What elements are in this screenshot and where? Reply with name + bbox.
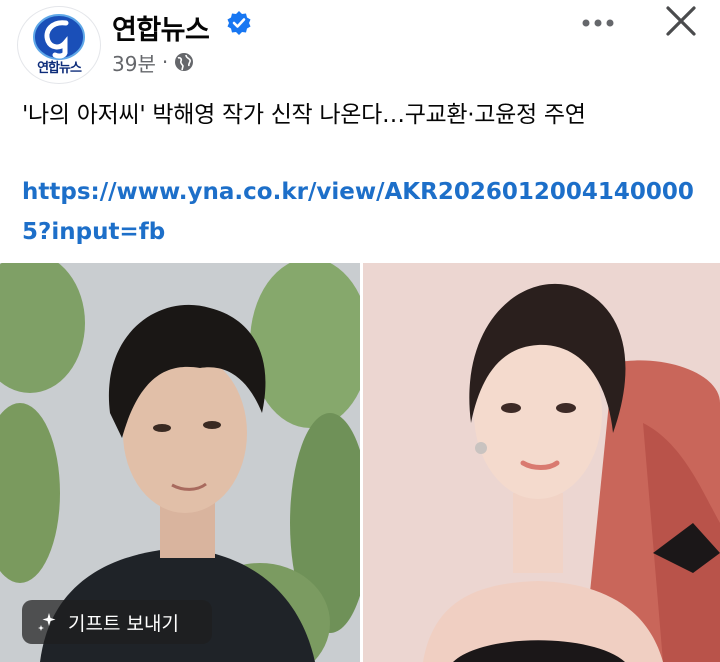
verified-badge-icon — [227, 11, 251, 35]
post-time[interactable]: 39분 — [112, 48, 156, 77]
more-horizontal-icon[interactable] — [574, 6, 622, 38]
globe-icon[interactable] — [174, 52, 194, 72]
post-link[interactable]: https://www.yna.co.kr/view/AKR2026012004… — [22, 172, 698, 252]
post-text: '나의 아저씨' 박해영 작가 신작 나온다…구교환·고윤정 주연 — [22, 102, 586, 128]
meta-separator: · — [161, 50, 169, 74]
page-avatar[interactable]: 연합뉴스 — [17, 6, 101, 84]
post-meta: 39분 · — [112, 48, 194, 77]
post-header: 연합뉴스 연합뉴스 39분 · — [0, 0, 720, 90]
logo-text: 연합뉴스 — [37, 61, 82, 76]
gift-sparkle-icon — [38, 613, 56, 631]
portrait-woman-image — [363, 263, 720, 662]
send-gift-button[interactable]: 기프트 보내기 — [22, 600, 212, 644]
page-name[interactable]: 연합뉴스 — [112, 8, 210, 47]
send-gift-label: 기프트 보내기 — [68, 612, 179, 635]
close-icon[interactable] — [658, 0, 704, 44]
photo-right[interactable] — [363, 263, 720, 662]
